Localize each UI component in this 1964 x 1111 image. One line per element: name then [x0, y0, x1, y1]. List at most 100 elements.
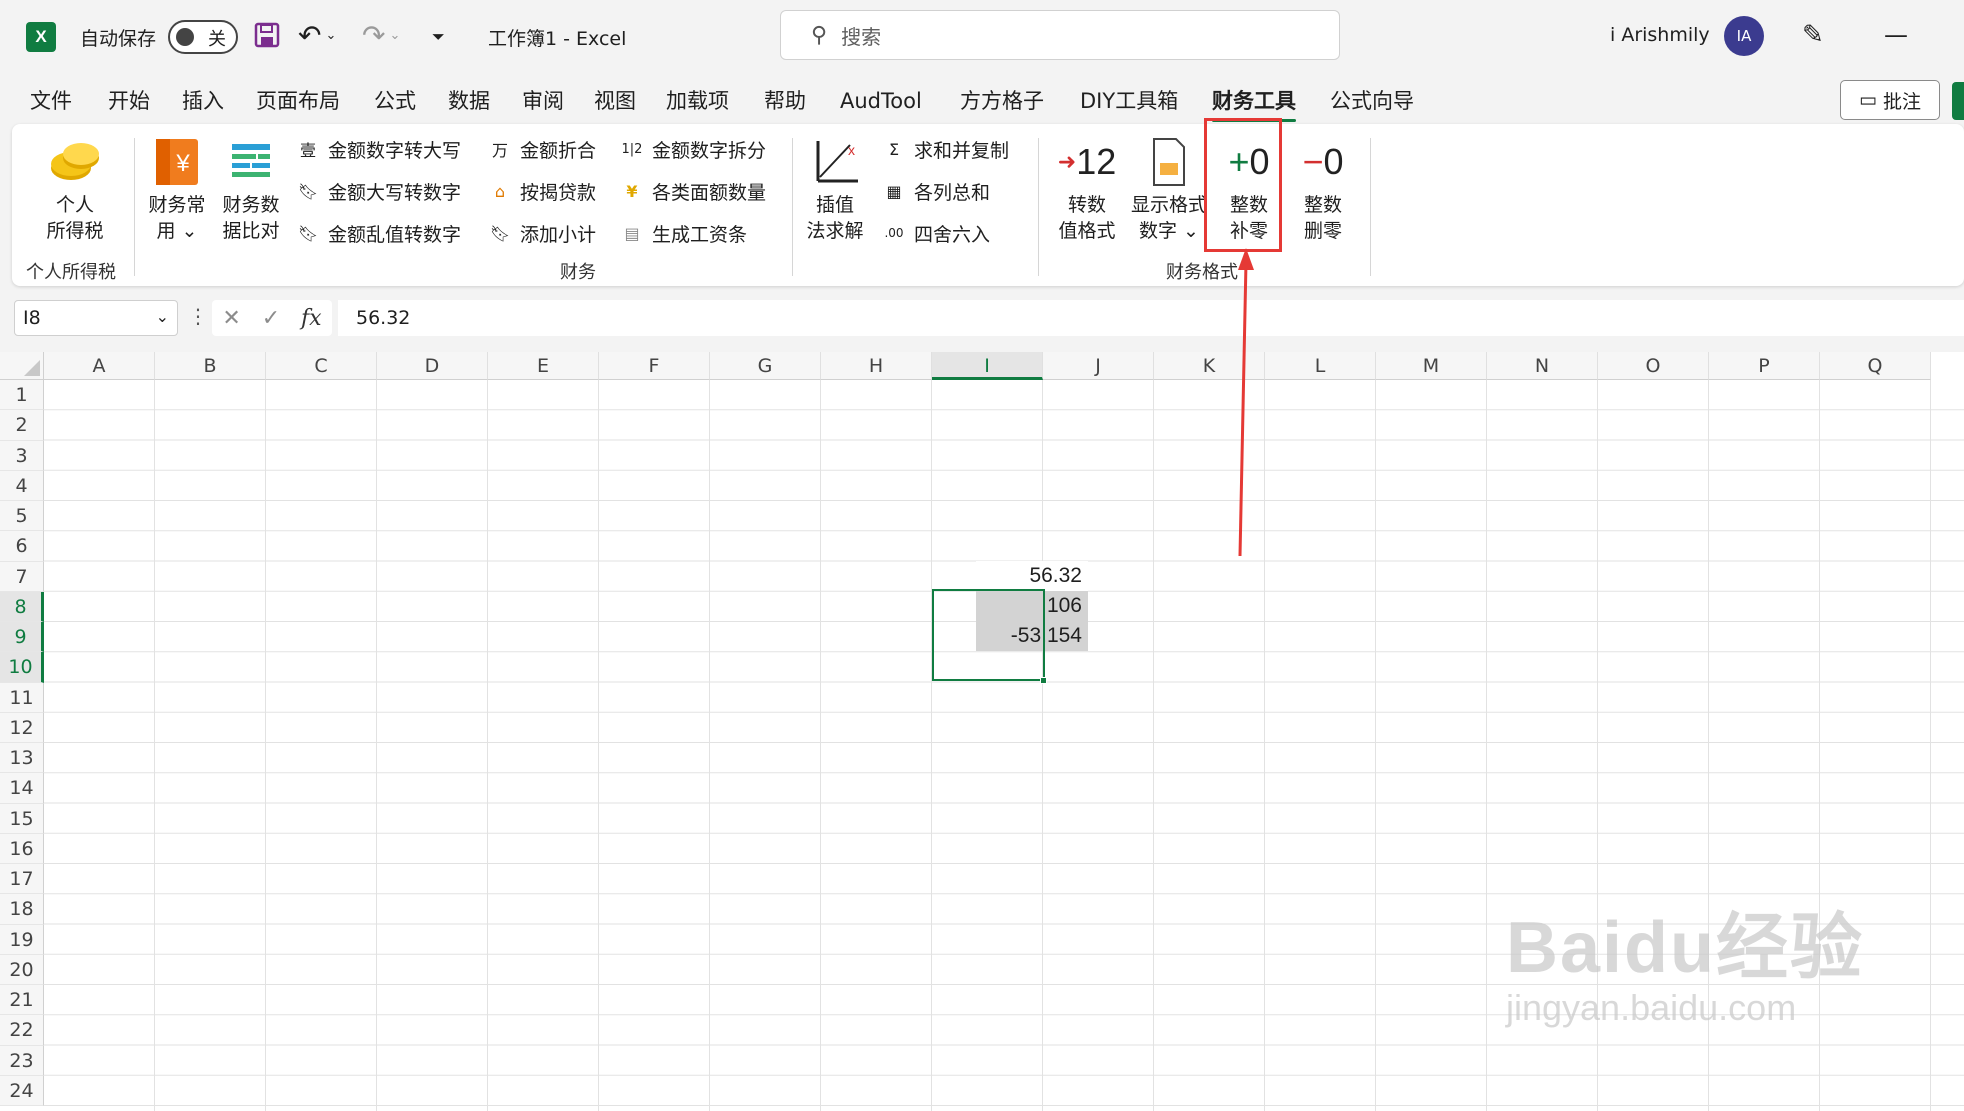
user-name[interactable]: i Arishmily — [1610, 20, 1710, 50]
tab-fangfang[interactable]: 方方格子 — [960, 84, 1044, 118]
column-header-l[interactable]: L — [1265, 352, 1376, 380]
column-header-b[interactable]: B — [155, 352, 266, 380]
amount-to-uppercase-button[interactable]: 壹金额数字转大写 — [296, 134, 461, 164]
tab-page-layout[interactable]: 页面布局 — [256, 84, 340, 118]
search-input[interactable]: ⚲ 搜索 — [780, 10, 1340, 60]
column-header-o[interactable]: O — [1598, 352, 1709, 380]
uppercase-to-number-button[interactable]: 🔖︎ 金额大写转数字 — [296, 176, 461, 206]
column-header-j[interactable]: J — [1043, 352, 1154, 380]
watermark-line2: jingyan.baidu.com — [1506, 987, 1797, 1028]
mortgage-button[interactable]: ⌂ 按揭贷款 — [488, 176, 596, 206]
tab-diy-toolbox[interactable]: DIY工具箱 — [1080, 84, 1178, 118]
to-number-format-button[interactable]: ➜ 12 转数 值格式 — [1052, 134, 1122, 244]
row-header-12[interactable]: 12 — [0, 712, 44, 743]
select-all-corner[interactable] — [0, 352, 44, 380]
column-header-a[interactable]: A — [44, 352, 155, 380]
cell-i8[interactable]: 56.32 — [976, 561, 1088, 591]
row-header-15[interactable]: 15 — [0, 803, 44, 834]
column-header-c[interactable]: C — [266, 352, 377, 380]
insert-function-icon[interactable]: fx — [301, 306, 322, 331]
column-header-n[interactable]: N — [1487, 352, 1598, 380]
column-totals-button[interactable]: ▦ 各列总和 — [882, 176, 990, 206]
undo-icon[interactable]: ↶ ⌄ — [298, 18, 336, 52]
row-header-16[interactable]: 16 — [0, 833, 44, 864]
selection-range — [932, 589, 1045, 681]
column-header-i[interactable]: I — [932, 352, 1043, 380]
denomination-count-button[interactable]: ¥ 各类面额数量 — [620, 176, 766, 206]
formula-input[interactable]: 56.32 — [338, 300, 1964, 336]
personal-tax-button[interactable]: 个人 所得税 — [40, 134, 110, 244]
save-icon[interactable] — [252, 20, 282, 50]
column-header-m[interactable]: M — [1376, 352, 1487, 380]
row-header-20[interactable]: 20 — [0, 954, 44, 985]
tab-finance-tools[interactable]: 财务工具 — [1212, 84, 1296, 122]
row-header-6[interactable]: 6 — [0, 531, 44, 562]
sum-copy-button[interactable]: Σ 求和并复制 — [882, 134, 1009, 164]
confirm-icon[interactable]: ✓ — [262, 306, 280, 331]
tab-formulas[interactable]: 公式 — [374, 84, 416, 118]
garbled-to-number-button[interactable]: 🔖︎ 金额乱值转数字 — [296, 218, 461, 248]
amount-convert-button[interactable]: 万金额折合 — [488, 134, 596, 164]
column-header-f[interactable]: F — [599, 352, 710, 380]
name-box[interactable]: I8 ⌄ — [14, 300, 178, 336]
more-icon[interactable]: ⋮ — [188, 304, 208, 328]
row-header-7[interactable]: 7 — [0, 561, 44, 592]
column-header-g[interactable]: G — [710, 352, 821, 380]
row-header-3[interactable]: 3 — [0, 440, 44, 471]
row-header-14[interactable]: 14 — [0, 773, 44, 804]
row-header-10[interactable]: 10 — [0, 652, 44, 683]
avatar[interactable]: IA — [1724, 16, 1764, 56]
cancel-icon[interactable]: ✕ — [222, 306, 240, 331]
row-header-17[interactable]: 17 — [0, 864, 44, 895]
row-header-9[interactable]: 9 — [0, 622, 44, 653]
autosave-toggle[interactable]: 关 — [168, 20, 238, 54]
column-header-d[interactable]: D — [377, 352, 488, 380]
chevron-down-icon[interactable]: ⌄ — [156, 307, 169, 326]
share-button-edge[interactable] — [1952, 82, 1964, 120]
row-header-23[interactable]: 23 — [0, 1045, 44, 1076]
row-header-1[interactable]: 1 — [0, 380, 44, 411]
round-half-even-button[interactable]: .00 四舍六入 — [882, 218, 990, 248]
row-header-2[interactable]: 2 — [0, 410, 44, 441]
tab-review[interactable]: 审阅 — [522, 84, 564, 118]
row-header-4[interactable]: 4 — [0, 470, 44, 501]
minimize-icon[interactable]: — — [1884, 20, 1908, 50]
row-header-18[interactable]: 18 — [0, 894, 44, 925]
row-header-11[interactable]: 11 — [0, 682, 44, 713]
tab-addins[interactable]: 加载项 — [666, 84, 729, 118]
redo-icon[interactable]: ↷ ⌄ — [362, 18, 400, 52]
group-label-personal-tax: 个人所得税 — [26, 262, 116, 283]
tab-audtool[interactable]: AudTool — [840, 84, 922, 118]
customize-qat-icon[interactable]: ⏷ — [432, 22, 445, 52]
tab-help[interactable]: 帮助 — [764, 84, 806, 118]
tab-data[interactable]: 数据 — [448, 84, 490, 118]
row-header-21[interactable]: 21 — [0, 985, 44, 1016]
interpolation-button[interactable]: x 插值 法求解 — [802, 134, 868, 244]
tab-home[interactable]: 开始 — [108, 84, 150, 118]
row-header-22[interactable]: 22 — [0, 1015, 44, 1046]
finance-compare-button[interactable]: 财务数 据比对 — [218, 134, 284, 244]
tab-insert[interactable]: 插入 — [182, 84, 224, 118]
row-header-19[interactable]: 19 — [0, 924, 44, 955]
column-header-q[interactable]: Q — [1820, 352, 1931, 380]
amount-split-button[interactable]: 1|2 金额数字拆分 — [620, 134, 766, 164]
fill-handle[interactable] — [1040, 677, 1047, 684]
column-header-p[interactable]: P — [1709, 352, 1820, 380]
row-header-13[interactable]: 13 — [0, 743, 44, 774]
comments-button[interactable]: ▭ 批注 — [1840, 80, 1940, 120]
column-header-h[interactable]: H — [821, 352, 932, 380]
row-header-8[interactable]: 8 — [0, 591, 44, 622]
add-subtotal-button[interactable]: 🔖︎ 添加小计 — [488, 218, 596, 248]
tab-formula-wizard[interactable]: 公式向导 — [1330, 84, 1414, 118]
column-header-e[interactable]: E — [488, 352, 599, 380]
tab-file[interactable]: 文件 — [30, 84, 72, 118]
finance-common-button[interactable]: ¥ 财务常 用 ⌄ — [144, 134, 210, 244]
row-header-5[interactable]: 5 — [0, 501, 44, 532]
row-header-24[interactable]: 24 — [0, 1075, 44, 1106]
payslip-button[interactable]: ▤ 生成工资条 — [620, 218, 747, 248]
display-format-button[interactable]: 显示格式 数字 ⌄ — [1126, 134, 1212, 244]
integer-trim-zero-button[interactable]: −0 整数 删零 — [1290, 134, 1356, 244]
pen-icon[interactable]: ✎ — [1802, 20, 1824, 50]
tab-view[interactable]: 视图 — [594, 84, 636, 118]
column-header-k[interactable]: K — [1154, 352, 1265, 380]
